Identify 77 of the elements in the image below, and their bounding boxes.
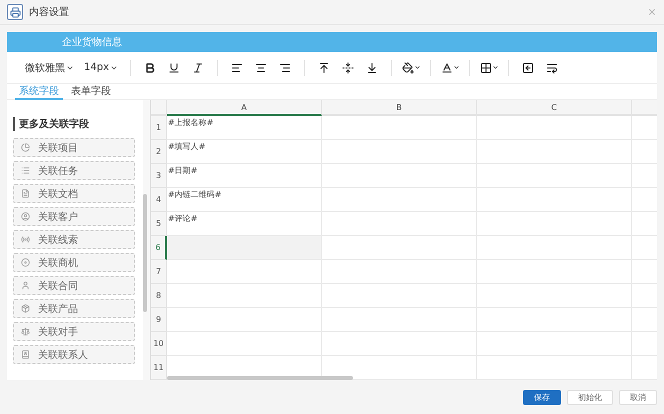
field-item[interactable]: 关联任务 <box>13 161 135 180</box>
signal-icon <box>21 235 30 244</box>
table-cell[interactable]: #日期# <box>167 164 322 188</box>
row-header[interactable]: 2 <box>151 140 167 164</box>
align-right-icon <box>279 62 291 74</box>
font-dropdown[interactable]: 微软雅黑 <box>21 58 78 78</box>
table-cell[interactable] <box>477 116 632 140</box>
disc-icon <box>21 258 30 267</box>
column-header[interactable]: C <box>477 100 632 116</box>
app-icon <box>7 4 23 20</box>
section-title: 更多及关联字段 <box>13 117 135 131</box>
footer-button[interactable]: 取消 <box>619 390 657 404</box>
caret-icon <box>414 64 420 71</box>
table-cell[interactable]: #内链二维码# <box>167 188 322 212</box>
underline-icon <box>168 62 180 74</box>
field-item[interactable]: 关联项目 <box>13 138 135 157</box>
align-top-icon <box>318 62 330 74</box>
size-dropdown[interactable]: 14px <box>80 58 122 78</box>
column-header[interactable]: B <box>322 100 477 116</box>
field-item[interactable]: 关联文档 <box>13 184 135 203</box>
align-middle-icon <box>342 62 354 74</box>
table-cell[interactable]: #上报名称# <box>167 116 322 140</box>
row-header[interactable]: 1 <box>151 116 167 140</box>
row-header[interactable]: 4 <box>151 188 167 212</box>
row-header[interactable]: 10 <box>151 332 167 356</box>
fill-color-icon <box>402 62 414 74</box>
caret-icon <box>452 64 460 71</box>
table-cell[interactable] <box>167 308 322 332</box>
align-bottom-icon <box>366 62 378 74</box>
row-header[interactable]: 11 <box>151 356 167 380</box>
table-cell[interactable] <box>167 284 322 308</box>
banner-title: 企业货物信息 <box>62 36 122 49</box>
table-cell[interactable] <box>167 332 322 356</box>
table-cell[interactable] <box>167 236 322 260</box>
field-tab[interactable]: 表单字段 <box>67 84 115 100</box>
window-title: 内容设置 <box>29 6 70 19</box>
table-cell[interactable]: #填写人# <box>167 140 322 164</box>
scrollbar-thumb[interactable] <box>143 194 147 312</box>
merge-cells-icon <box>522 62 534 74</box>
align-center-icon <box>255 62 267 74</box>
table-cell[interactable] <box>322 116 477 140</box>
align-left-icon <box>231 62 243 74</box>
bold-icon <box>144 62 156 74</box>
footer-button[interactable]: 初始化 <box>567 390 613 404</box>
field-item[interactable]: 关联商机 <box>13 253 135 272</box>
field-item[interactable]: 关联产品 <box>13 299 135 318</box>
column-header[interactable]: A <box>167 100 322 116</box>
row-header[interactable]: 7 <box>151 260 167 284</box>
row-header[interactable]: 6 <box>151 236 167 260</box>
field-item[interactable]: 关联线索 <box>13 230 135 249</box>
field-item[interactable]: 关联联系人 <box>13 345 135 364</box>
table-cell[interactable] <box>167 260 322 284</box>
package-icon <box>21 304 30 313</box>
row-header[interactable]: 3 <box>151 164 167 188</box>
scale-icon <box>21 327 30 336</box>
list-icon <box>21 166 30 175</box>
user-circle-icon <box>21 212 30 221</box>
border-grid-icon <box>480 62 492 74</box>
footer-button[interactable]: 保存 <box>523 390 561 404</box>
user-icon <box>21 281 30 290</box>
font-color-icon <box>440 62 452 74</box>
field-item[interactable]: 关联合同 <box>13 276 135 295</box>
caret-icon <box>492 64 498 71</box>
pie-chart-icon <box>21 143 30 152</box>
wrap-text-icon <box>546 62 558 74</box>
scrollbar-thumb[interactable] <box>167 376 353 380</box>
row-header[interactable]: 9 <box>151 308 167 332</box>
contact-book-icon <box>21 350 30 359</box>
document-icon <box>21 189 30 198</box>
field-item[interactable]: 关联对手 <box>13 322 135 341</box>
italic-icon <box>192 62 204 74</box>
row-header[interactable]: 5 <box>151 212 167 236</box>
close-icon[interactable] <box>647 7 657 17</box>
row-header[interactable]: 8 <box>151 284 167 308</box>
table-cell[interactable]: #评论# <box>167 212 322 236</box>
field-item[interactable]: 关联客户 <box>13 207 135 226</box>
sheet-corner[interactable] <box>151 100 167 116</box>
